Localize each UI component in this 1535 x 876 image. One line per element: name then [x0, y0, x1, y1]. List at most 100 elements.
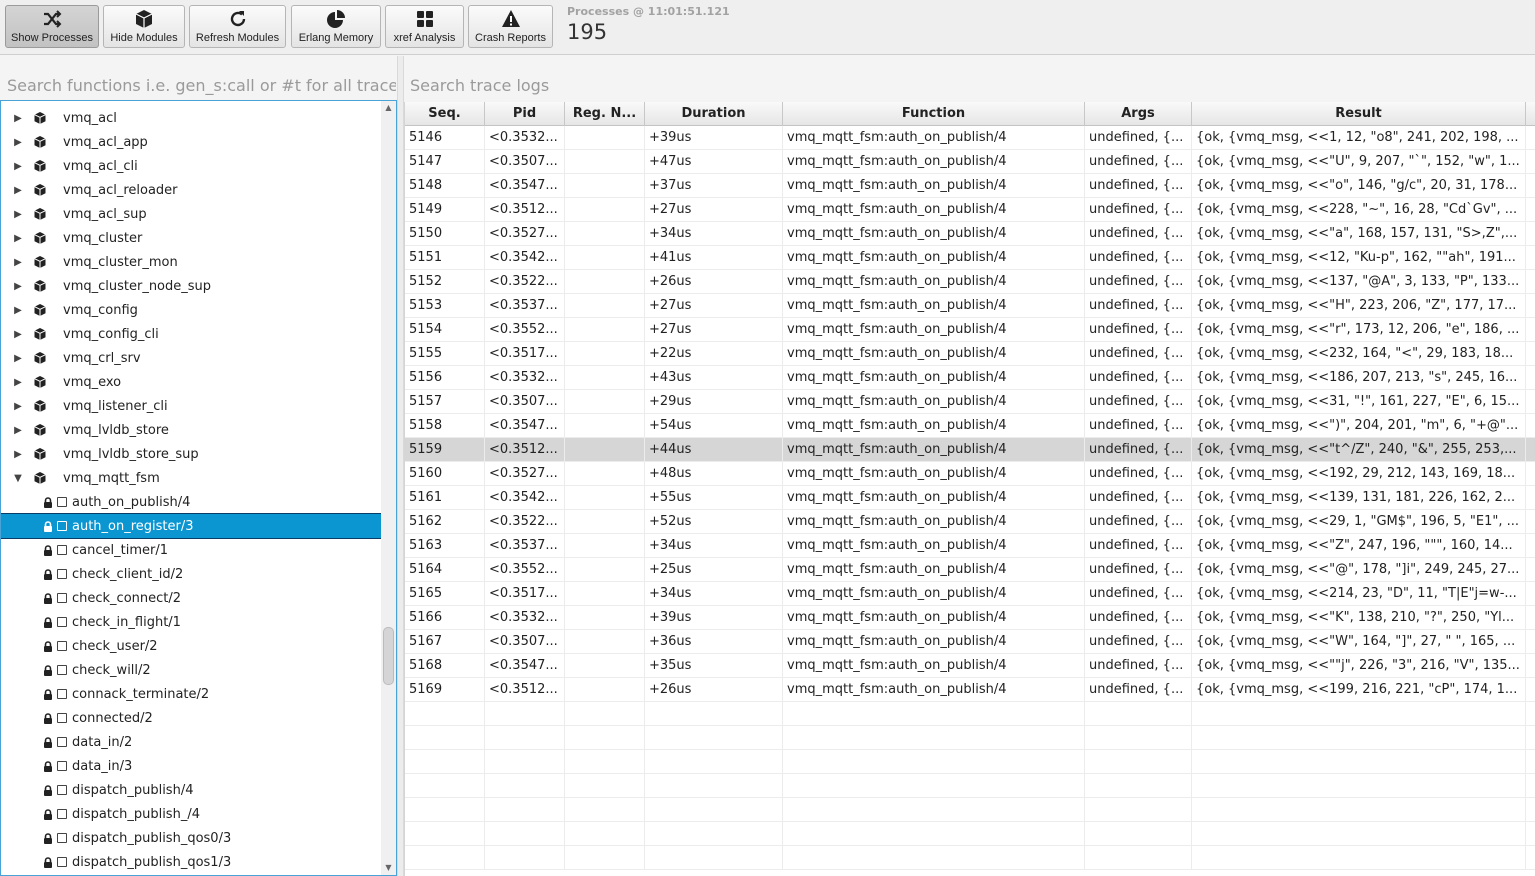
tree-item-module[interactable]: ▶ vmq_config_cli — [1, 322, 381, 346]
trace-checkbox[interactable] — [57, 593, 67, 603]
table-row[interactable]: 5155 <0.3517... +22us vmq_mqtt_fsm:auth_on_… — [405, 342, 1535, 366]
trace-checkbox[interactable] — [57, 857, 67, 867]
tree-item-module[interactable]: ▶ vmq_cluster — [1, 226, 381, 250]
tree-item-function[interactable]: check_user/2 — [1, 634, 381, 658]
trace-search-input[interactable] — [405, 70, 1533, 100]
column-header-args[interactable]: Args — [1085, 102, 1192, 126]
tree-item-module[interactable]: ▶ vmq_lvldb_store_sup — [1, 442, 381, 466]
expand-arrow-right-icon[interactable]: ▶ — [13, 209, 23, 220]
trace-checkbox[interactable] — [57, 713, 67, 723]
function-search-input[interactable] — [0, 70, 396, 100]
refresh-modules-button[interactable]: Refresh Modules — [189, 5, 286, 48]
trace-checkbox[interactable] — [57, 521, 67, 531]
column-header-pid[interactable]: Pid — [485, 102, 565, 126]
table-row[interactable]: 5169 <0.3512... +26us vmq_mqtt_fsm:auth_on_… — [405, 678, 1535, 702]
table-row[interactable]: 5164 <0.3552... +25us vmq_mqtt_fsm:auth_on_… — [405, 558, 1535, 582]
trace-checkbox[interactable] — [57, 785, 67, 795]
tree-item-function[interactable]: dispatch_publish/4 — [1, 778, 381, 802]
expand-arrow-right-icon[interactable]: ▶ — [13, 329, 23, 340]
tree-item-module[interactable]: ▶ vmq_config — [1, 298, 381, 322]
tree-item-function[interactable]: dispatch_publish_qos0/3 — [1, 826, 381, 850]
table-row[interactable]: 5151 <0.3542... +41us vmq_mqtt_fsm:auth_on_… — [405, 246, 1535, 270]
tree-item-module[interactable]: ▶ vmq_listener_cli — [1, 394, 381, 418]
column-header-reg-name[interactable]: Reg. N... — [565, 102, 645, 126]
tree-item-function[interactable]: check_client_id/2 — [1, 562, 381, 586]
tree-item-module[interactable]: ▶ vmq_acl — [1, 106, 381, 130]
table-row[interactable]: 5159 <0.3512... +44us vmq_mqtt_fsm:auth_on_… — [405, 438, 1535, 462]
expand-arrow-right-icon[interactable]: ▶ — [13, 185, 23, 196]
trace-checkbox[interactable] — [57, 545, 67, 555]
tree-scrollbar[interactable]: ▲ ▼ — [381, 101, 396, 875]
tree-item-function[interactable]: auth_on_register/3 — [1, 513, 382, 539]
trace-checkbox[interactable] — [57, 809, 67, 819]
tree-item-module[interactable]: ▶ vmq_acl_sup — [1, 202, 381, 226]
tree-item-module[interactable]: ▶ vmq_exo — [1, 370, 381, 394]
tree-item-function[interactable]: check_will/2 — [1, 658, 381, 682]
table-row[interactable]: 5167 <0.3507... +36us vmq_mqtt_fsm:auth_on_… — [405, 630, 1535, 654]
table-row[interactable]: 5146 <0.3532... +39us vmq_mqtt_fsm:auth_on_… — [405, 126, 1535, 150]
tree-item-function[interactable]: check_in_flight/1 — [1, 610, 381, 634]
column-header-result[interactable]: Result — [1192, 102, 1526, 126]
table-row[interactable]: 5156 <0.3532... +43us vmq_mqtt_fsm:auth_on_… — [405, 366, 1535, 390]
tree-item-function[interactable]: check_connect/2 — [1, 586, 381, 610]
trace-checkbox[interactable] — [57, 761, 67, 771]
tree-item-module[interactable]: ▶ vmq_cluster_mon — [1, 250, 381, 274]
tree-item-function[interactable]: cancel_timer/1 — [1, 538, 381, 562]
trace-checkbox[interactable] — [57, 665, 67, 675]
tree-item-module[interactable]: ▶ vmq_cluster_node_sup — [1, 274, 381, 298]
tree-item-function[interactable]: dispatch_publish_qos1/3 — [1, 850, 381, 874]
table-row[interactable]: 5165 <0.3517... +34us vmq_mqtt_fsm:auth_on_… — [405, 582, 1535, 606]
expand-arrow-right-icon[interactable]: ▶ — [13, 425, 23, 436]
expand-arrow-right-icon[interactable]: ▶ — [13, 137, 23, 148]
trace-checkbox[interactable] — [57, 833, 67, 843]
column-header-function[interactable]: Function — [783, 102, 1085, 126]
table-row[interactable]: 5152 <0.3522... +26us vmq_mqtt_fsm:auth_on_… — [405, 270, 1535, 294]
table-row[interactable]: 5153 <0.3537... +27us vmq_mqtt_fsm:auth_on_… — [405, 294, 1535, 318]
table-row[interactable]: 5161 <0.3542... +55us vmq_mqtt_fsm:auth_on_… — [405, 486, 1535, 510]
table-row[interactable]: 5154 <0.3552... +27us vmq_mqtt_fsm:auth_on_… — [405, 318, 1535, 342]
scroll-down-icon[interactable]: ▼ — [381, 861, 396, 875]
scroll-up-icon[interactable]: ▲ — [381, 101, 396, 115]
table-row[interactable]: 5168 <0.3547... +35us vmq_mqtt_fsm:auth_on_… — [405, 654, 1535, 678]
column-header-duration[interactable]: Duration — [645, 102, 783, 126]
hide-modules-button[interactable]: Hide Modules — [103, 5, 185, 48]
tree-item-function[interactable]: connected/2 — [1, 706, 381, 730]
table-row[interactable]: 5158 <0.3547... +54us vmq_mqtt_fsm:auth_on_… — [405, 414, 1535, 438]
table-row[interactable]: 5147 <0.3507... +47us vmq_mqtt_fsm:auth_on_… — [405, 150, 1535, 174]
table-row[interactable]: 5166 <0.3532... +39us vmq_mqtt_fsm:auth_on_… — [405, 606, 1535, 630]
trace-checkbox[interactable] — [57, 737, 67, 747]
show-processes-button[interactable]: Show Processes — [5, 5, 99, 48]
tree-item-function[interactable]: data_in/2 — [1, 730, 381, 754]
expand-arrow-right-icon[interactable]: ▶ — [13, 257, 23, 268]
expand-arrow-right-icon[interactable]: ▶ — [13, 281, 23, 292]
tree-item-function[interactable]: connack_terminate/2 — [1, 682, 381, 706]
trace-checkbox[interactable] — [57, 497, 67, 507]
trace-checkbox[interactable] — [57, 641, 67, 651]
split-divider[interactable] — [397, 56, 404, 876]
tree-item-module[interactable]: ▶ vmq_acl_reloader — [1, 178, 381, 202]
tree-item-function[interactable]: auth_on_publish/4 — [1, 490, 381, 514]
tree-item-module[interactable]: ▶ vmq_acl_cli — [1, 154, 381, 178]
table-row[interactable]: 5150 <0.3527... +34us vmq_mqtt_fsm:auth_on_… — [405, 222, 1535, 246]
table-row[interactable]: 5149 <0.3512... +27us vmq_mqtt_fsm:auth_on_… — [405, 198, 1535, 222]
tree-item-module[interactable]: ▼ vmq_mqtt_fsm — [1, 466, 381, 490]
table-row[interactable]: 5148 <0.3547... +37us vmq_mqtt_fsm:auth_on_… — [405, 174, 1535, 198]
table-row[interactable]: 5162 <0.3522... +52us vmq_mqtt_fsm:auth_on_… — [405, 510, 1535, 534]
expand-arrow-right-icon[interactable]: ▶ — [13, 161, 23, 172]
expand-arrow-right-icon[interactable]: ▶ — [13, 449, 23, 460]
xref-analysis-button[interactable]: xref Analysis — [385, 5, 464, 48]
trace-checkbox[interactable] — [57, 617, 67, 627]
tree-scroll-thumb[interactable] — [383, 627, 394, 685]
expand-arrow-right-icon[interactable]: ▶ — [13, 305, 23, 316]
tree-item-function[interactable]: dispatch_publish_/4 — [1, 802, 381, 826]
trace-checkbox[interactable] — [57, 689, 67, 699]
expand-arrow-right-icon[interactable]: ▶ — [13, 353, 23, 364]
tree-item-function[interactable]: data_in/3 — [1, 754, 381, 778]
tree-item-module[interactable]: ▶ vmq_lvldb_store — [1, 418, 381, 442]
expand-arrow-down-icon[interactable]: ▼ — [13, 473, 23, 484]
tree-item-module[interactable]: ▶ vmq_acl_app — [1, 130, 381, 154]
crash-reports-button[interactable]: Crash Reports — [468, 5, 553, 48]
column-header-seq[interactable]: Seq. — [405, 102, 485, 126]
expand-arrow-right-icon[interactable]: ▶ — [13, 377, 23, 388]
erlang-memory-button[interactable]: Erlang Memory — [291, 5, 381, 48]
